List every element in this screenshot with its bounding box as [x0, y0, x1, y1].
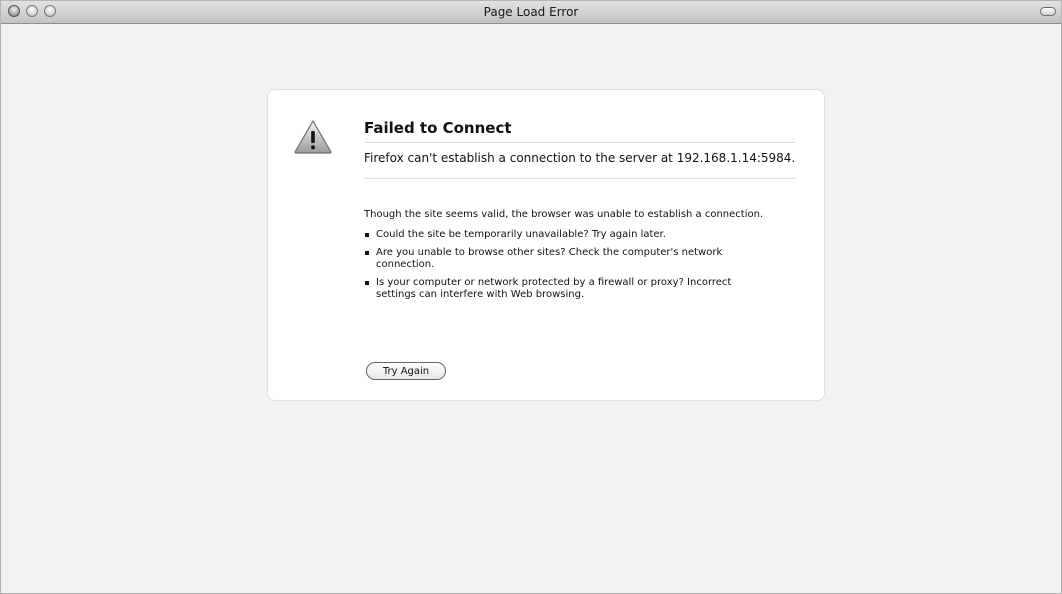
bullet-icon — [365, 281, 369, 285]
bullet-icon — [365, 251, 369, 255]
toolbar-toggle-button[interactable] — [1040, 7, 1056, 16]
browser-window: Page Load Error Failed to Connect Firefo… — [0, 0, 1062, 594]
page-content: Failed to Connect Firefox can't establis… — [8, 24, 1054, 593]
suggestion-item: Are you unable to browse other sites? Ch… — [364, 247, 764, 271]
suggestion-item: Is your computer or network protected by… — [364, 277, 764, 301]
error-long-description: Though the site seems valid, the browser… — [364, 209, 764, 307]
bullet-icon — [365, 233, 369, 237]
error-long-intro: Though the site seems valid, the browser… — [364, 209, 764, 220]
window-title: Page Load Error — [483, 5, 579, 19]
try-again-button[interactable]: Try Again — [366, 362, 446, 380]
suggestion-text: Could the site be temporarily unavailabl… — [376, 229, 666, 240]
warning-triangle-icon — [294, 120, 332, 154]
suggestion-list: Could the site be temporarily unavailabl… — [364, 229, 764, 301]
error-short-description: Firefox can't establish a connection to … — [364, 151, 796, 179]
error-title: Failed to Connect — [364, 119, 796, 143]
suggestion-text: Are you unable to browse other sites? Ch… — [376, 247, 723, 270]
suggestion-text: Is your computer or network protected by… — [376, 277, 732, 300]
titlebar: Page Load Error — [1, 1, 1061, 24]
error-page-container: Failed to Connect Firefox can't establis… — [267, 89, 825, 401]
suggestion-item: Could the site be temporarily unavailabl… — [364, 229, 764, 241]
